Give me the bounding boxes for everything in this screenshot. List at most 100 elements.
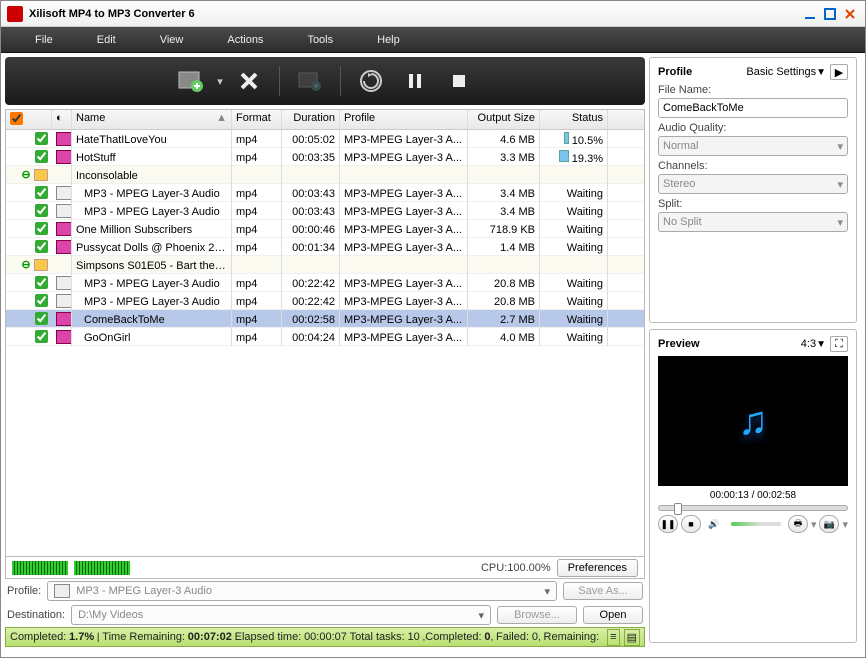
- col-duration[interactable]: Duration: [282, 110, 340, 129]
- row-status: 19.3%: [540, 148, 608, 166]
- row-status: Waiting: [540, 220, 608, 238]
- row-checkbox[interactable]: [35, 276, 48, 289]
- col-output-size[interactable]: Output Size: [468, 110, 540, 129]
- seek-slider[interactable]: [658, 505, 848, 511]
- profile-panel-next-icon[interactable]: ▶: [830, 64, 848, 80]
- menu-tools[interactable]: Tools: [285, 30, 355, 50]
- quality-select[interactable]: Normal▾: [658, 136, 848, 156]
- cpu-bar: CPU:100.00% Preferences: [5, 557, 645, 579]
- folder-row[interactable]: ⊖Simpsons S01E05 - Bart the G...: [6, 256, 644, 274]
- file-row[interactable]: One Million Subscribersmp400:00:46MP3-MP…: [6, 220, 644, 238]
- row-prof: [340, 256, 468, 274]
- stop-preview-button[interactable]: ■: [681, 515, 701, 533]
- volume-slider[interactable]: [731, 522, 781, 526]
- channels-select[interactable]: Stereo▾: [658, 174, 848, 194]
- status-bar: Completed: 1.7% | Time Remaining: 00:07:…: [5, 627, 645, 647]
- profile-row: Profile: MP3 - MPEG Layer-3 Audio▾ Save …: [5, 579, 645, 603]
- file-row[interactable]: MP3 - MPEG Layer-3 Audiomp400:22:42MP3-M…: [6, 292, 644, 310]
- expand-icon[interactable]: ⊖: [20, 258, 32, 271]
- file-row[interactable]: MP3 - MPEG Layer-3 Audiomp400:03:43MP3-M…: [6, 202, 644, 220]
- col-check[interactable]: [6, 110, 52, 129]
- row-status: Waiting: [540, 292, 608, 310]
- col-format[interactable]: Format: [232, 110, 282, 129]
- row-checkbox[interactable]: [35, 150, 48, 163]
- convert-button[interactable]: [353, 63, 389, 99]
- col-status[interactable]: Status: [540, 110, 608, 129]
- file-row[interactable]: MP3 - MPEG Layer-3 Audiomp400:22:42MP3-M…: [6, 274, 644, 292]
- open-button[interactable]: Open: [583, 606, 643, 624]
- file-row[interactable]: MP3 - MPEG Layer-3 Audiomp400:03:43MP3-M…: [6, 184, 644, 202]
- row-size: 20.8 MB: [468, 274, 540, 292]
- file-row[interactable]: HotStuffmp400:03:35MP3-MPEG Layer-3 A...…: [6, 148, 644, 166]
- row-prof: MP3-MPEG Layer-3 A...: [340, 310, 468, 328]
- menu-actions[interactable]: Actions: [205, 30, 285, 50]
- profile-combo[interactable]: MP3 - MPEG Layer-3 Audio▾: [47, 581, 557, 601]
- row-checkbox[interactable]: [35, 132, 48, 145]
- row-checkbox[interactable]: [35, 222, 48, 235]
- split-select[interactable]: No Split▾: [658, 212, 848, 232]
- titlebar: Xilisoft MP4 to MP3 Converter 6: [1, 1, 865, 27]
- fullscreen-icon[interactable]: ⛶: [830, 336, 848, 352]
- file-row[interactable]: Pussycat Dolls @ Phoenix 24...mp400:01:3…: [6, 238, 644, 256]
- row-status: Waiting: [540, 328, 608, 346]
- preferences-button[interactable]: Preferences: [557, 559, 638, 577]
- stop-button[interactable]: [441, 63, 477, 99]
- row-fmt: [232, 166, 282, 184]
- row-size: 718.9 KB: [468, 220, 540, 238]
- blank-icon: [52, 256, 72, 274]
- row-dur: 00:02:58: [282, 310, 340, 328]
- filename-input[interactable]: [658, 98, 848, 118]
- row-dur: 00:05:02: [282, 130, 340, 148]
- destination-row: Destination: D:\My Videos▾ Browse... Ope…: [5, 603, 645, 627]
- menu-edit[interactable]: Edit: [75, 30, 138, 50]
- row-size: 3.4 MB: [468, 184, 540, 202]
- close-button[interactable]: [841, 6, 859, 22]
- status-report-icon[interactable]: ▤: [624, 629, 640, 646]
- remove-button[interactable]: [231, 63, 267, 99]
- add-files-button[interactable]: [173, 63, 209, 99]
- snapshot-folder-icon[interactable]: 🖶: [788, 515, 808, 533]
- snapshot-button[interactable]: 📷: [819, 515, 839, 533]
- row-name: HateThatILoveYou: [72, 130, 232, 148]
- menu-view[interactable]: View: [138, 30, 206, 50]
- play-pause-button[interactable]: ❚❚: [658, 515, 678, 533]
- row-checkbox[interactable]: [35, 204, 48, 217]
- row-prof: MP3-MPEG Layer-3 A...: [340, 328, 468, 346]
- add-profile-button[interactable]: [292, 63, 328, 99]
- mute-button[interactable]: 🔊: [704, 515, 724, 533]
- basic-settings-toggle[interactable]: Basic Settings▼: [746, 66, 826, 78]
- row-status: Waiting: [540, 184, 608, 202]
- folder-row[interactable]: ⊖Inconsolable: [6, 166, 644, 184]
- row-checkbox[interactable]: [35, 294, 48, 307]
- browse-button[interactable]: Browse...: [497, 606, 577, 624]
- aspect-toggle[interactable]: 4:3▼: [801, 338, 826, 350]
- file-row[interactable]: GoOnGirlmp400:04:24MP3-MPEG Layer-3 A...…: [6, 328, 644, 346]
- col-type-icon[interactable]: ◐: [52, 110, 72, 129]
- row-fmt: mp4: [232, 220, 282, 238]
- save-as-button[interactable]: Save As...: [563, 582, 643, 600]
- row-checkbox[interactable]: [35, 330, 48, 343]
- menu-help[interactable]: Help: [355, 30, 422, 50]
- row-name: MP3 - MPEG Layer-3 Audio: [72, 274, 232, 292]
- file-row[interactable]: ComeBackToMemp400:02:58MP3-MPEG Layer-3 …: [6, 310, 644, 328]
- pause-button[interactable]: [397, 63, 433, 99]
- row-checkbox[interactable]: [35, 312, 48, 325]
- expand-icon[interactable]: ⊖: [20, 168, 32, 181]
- row-status: Waiting: [540, 274, 608, 292]
- col-name[interactable]: Name ▲: [72, 110, 232, 129]
- row-name: ComeBackToMe: [72, 310, 232, 328]
- row-dur: [282, 166, 340, 184]
- row-name: GoOnGirl: [72, 328, 232, 346]
- row-prof: MP3-MPEG Layer-3 A...: [340, 130, 468, 148]
- row-dur: 00:04:24: [282, 328, 340, 346]
- menu-file[interactable]: File: [13, 30, 75, 50]
- status-view-icon[interactable]: ≡: [607, 629, 619, 646]
- file-row[interactable]: HateThatILoveYoump400:05:02MP3-MPEG Laye…: [6, 130, 644, 148]
- audio-icon: [52, 202, 72, 220]
- destination-combo[interactable]: D:\My Videos▾: [71, 605, 491, 625]
- maximize-button[interactable]: [821, 6, 839, 22]
- minimize-button[interactable]: [801, 6, 819, 22]
- row-checkbox[interactable]: [35, 186, 48, 199]
- row-checkbox[interactable]: [35, 240, 48, 253]
- col-profile[interactable]: Profile: [340, 110, 468, 129]
